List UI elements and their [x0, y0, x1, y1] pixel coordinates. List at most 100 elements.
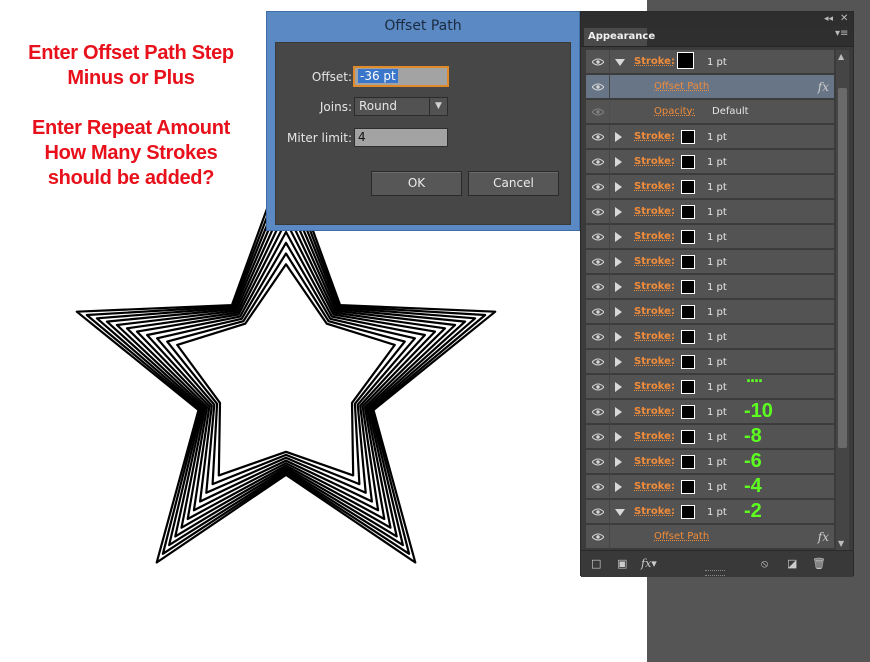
stroke-color-swatch[interactable]	[677, 52, 694, 69]
stroke-label-link[interactable]: Stroke:	[634, 56, 675, 67]
stroke-weight[interactable]: 1 pt	[707, 382, 727, 393]
disclosure-closed-icon[interactable]	[615, 157, 622, 167]
stroke-label-link[interactable]: Stroke:	[634, 331, 675, 342]
disclosure-open-icon[interactable]	[615, 59, 625, 66]
visibility-eye-icon[interactable]	[586, 300, 610, 324]
stroke-weight[interactable]: 1 pt	[707, 57, 727, 68]
disclosure-closed-icon[interactable]	[615, 332, 622, 342]
disclosure-open-icon[interactable]	[615, 509, 625, 516]
disclosure-closed-icon[interactable]	[615, 307, 622, 317]
visibility-eye-icon[interactable]	[586, 100, 610, 124]
scroll-up-icon[interactable]: ▲	[838, 52, 844, 61]
stroke-label-link[interactable]: Stroke:	[634, 206, 675, 217]
stroke-color-swatch[interactable]	[681, 205, 695, 219]
offset-path-effect-row[interactable]: Offset Path fx	[586, 75, 834, 99]
miter-limit-input[interactable]: 4	[354, 128, 448, 147]
stroke-weight[interactable]: 1 pt	[707, 157, 727, 168]
stroke-label-link[interactable]: Stroke:	[634, 481, 675, 492]
stroke-row[interactable]: Stroke: 1 pt -8	[586, 425, 834, 449]
visibility-eye-icon[interactable]	[586, 375, 610, 399]
visibility-eye-icon[interactable]	[586, 200, 610, 224]
stroke-row[interactable]: Stroke: 1 pt	[586, 250, 834, 274]
stroke-weight[interactable]: 1 pt	[707, 332, 727, 343]
stroke-row[interactable]: Stroke: 1 pt	[586, 275, 834, 299]
panel-scrollbar[interactable]: ▲ ▼	[836, 50, 849, 550]
stroke-label-link[interactable]: Stroke:	[634, 156, 675, 167]
stroke-label-link[interactable]: Stroke:	[634, 506, 675, 517]
disclosure-closed-icon[interactable]	[615, 457, 622, 467]
stroke-row[interactable]: Stroke: 1 pt	[586, 300, 834, 324]
stroke-weight[interactable]: 1 pt	[707, 507, 727, 518]
disclosure-closed-icon[interactable]	[615, 207, 622, 217]
stroke-row[interactable]: Stroke: 1 pt -2	[586, 500, 834, 524]
stroke-weight[interactable]: 1 pt	[707, 232, 727, 243]
stroke-color-swatch[interactable]	[681, 155, 695, 169]
ok-button[interactable]: OK	[371, 171, 462, 196]
stroke-weight[interactable]: 1 pt	[707, 457, 727, 468]
visibility-eye-icon[interactable]	[586, 50, 610, 74]
stroke-label-link[interactable]: Stroke:	[634, 306, 675, 317]
stroke-color-swatch[interactable]	[681, 230, 695, 244]
stroke-row[interactable]: Stroke: 1 pt	[586, 200, 834, 224]
stroke-color-swatch[interactable]	[681, 280, 695, 294]
stroke-color-swatch[interactable]	[681, 330, 695, 344]
stroke-row[interactable]: Stroke: 1 pt -4	[586, 475, 834, 499]
fx-effect-icon[interactable]: fx	[818, 530, 829, 544]
opacity-label-link[interactable]: Opacity:	[654, 106, 695, 117]
disclosure-closed-icon[interactable]	[615, 182, 622, 192]
stroke-label-link[interactable]: Stroke:	[634, 231, 675, 242]
visibility-eye-icon[interactable]	[586, 150, 610, 174]
stroke-label-link[interactable]: Stroke:	[634, 356, 675, 367]
visibility-eye-icon[interactable]	[586, 125, 610, 149]
visibility-eye-icon[interactable]	[586, 500, 610, 524]
stroke-row[interactable]: Stroke: 1 pt	[586, 50, 834, 74]
disclosure-closed-icon[interactable]	[615, 282, 622, 292]
disclosure-closed-icon[interactable]	[615, 232, 622, 242]
visibility-eye-icon[interactable]	[586, 275, 610, 299]
disclosure-closed-icon[interactable]	[615, 482, 622, 492]
stroke-color-swatch[interactable]	[681, 380, 695, 394]
stroke-label-link[interactable]: Stroke:	[634, 281, 675, 292]
disclosure-closed-icon[interactable]	[615, 407, 622, 417]
scroll-down-icon[interactable]: ▼	[838, 539, 844, 548]
stroke-color-swatch[interactable]	[681, 180, 695, 194]
resize-grip[interactable]	[705, 570, 725, 576]
cancel-button[interactable]: Cancel	[468, 171, 559, 196]
stroke-row[interactable]: Stroke: 1 pt	[586, 325, 834, 349]
tab-appearance[interactable]: Appearance	[584, 28, 655, 46]
stroke-label-link[interactable]: Stroke:	[634, 181, 675, 192]
scroll-thumb[interactable]	[838, 88, 847, 448]
visibility-eye-icon[interactable]	[586, 250, 610, 274]
stroke-weight[interactable]: 1 pt	[707, 432, 727, 443]
stroke-color-swatch[interactable]	[681, 255, 695, 269]
stroke-weight[interactable]: 1 pt	[707, 282, 727, 293]
panel-title-bar[interactable]: ◂◂ ✕	[581, 12, 853, 26]
joins-select[interactable]: Round ▼	[354, 97, 448, 116]
stroke-color-swatch[interactable]	[681, 305, 695, 319]
offset-input[interactable]: -36 pt	[354, 67, 448, 86]
offset-path-link[interactable]: Offset Path	[654, 531, 709, 542]
stroke-weight[interactable]: 1 pt	[707, 307, 727, 318]
visibility-eye-icon[interactable]	[586, 325, 610, 349]
duplicate-item-icon[interactable]: ◪	[787, 557, 797, 570]
new-stroke-icon[interactable]: □	[591, 557, 601, 570]
disclosure-closed-icon[interactable]	[615, 257, 622, 267]
stroke-label-link[interactable]: Stroke:	[634, 456, 675, 467]
stroke-row[interactable]: Stroke: 1 pt -6	[586, 450, 834, 474]
stroke-label-link[interactable]: Stroke:	[634, 431, 675, 442]
stroke-row[interactable]: Stroke: 1 pt....	[586, 366, 834, 399]
stroke-color-swatch[interactable]	[681, 505, 695, 519]
stroke-label-link[interactable]: Stroke:	[634, 381, 675, 392]
stroke-weight[interactable]: 1 pt	[707, 407, 727, 418]
visibility-eye-icon[interactable]	[586, 225, 610, 249]
stroke-weight[interactable]: 1 pt	[707, 357, 727, 368]
visibility-eye-icon[interactable]	[586, 425, 610, 449]
stroke-row[interactable]: Stroke: 1 pt -10	[586, 400, 834, 424]
stroke-label-link[interactable]: Stroke:	[634, 256, 675, 267]
stroke-weight[interactable]: 1 pt	[707, 132, 727, 143]
visibility-eye-icon[interactable]	[586, 450, 610, 474]
disclosure-closed-icon[interactable]	[615, 132, 622, 142]
stroke-row[interactable]: Stroke: 1 pt	[586, 175, 834, 199]
delete-item-icon[interactable]: 🗑	[812, 557, 826, 570]
close-icon[interactable]: ✕	[840, 12, 848, 26]
